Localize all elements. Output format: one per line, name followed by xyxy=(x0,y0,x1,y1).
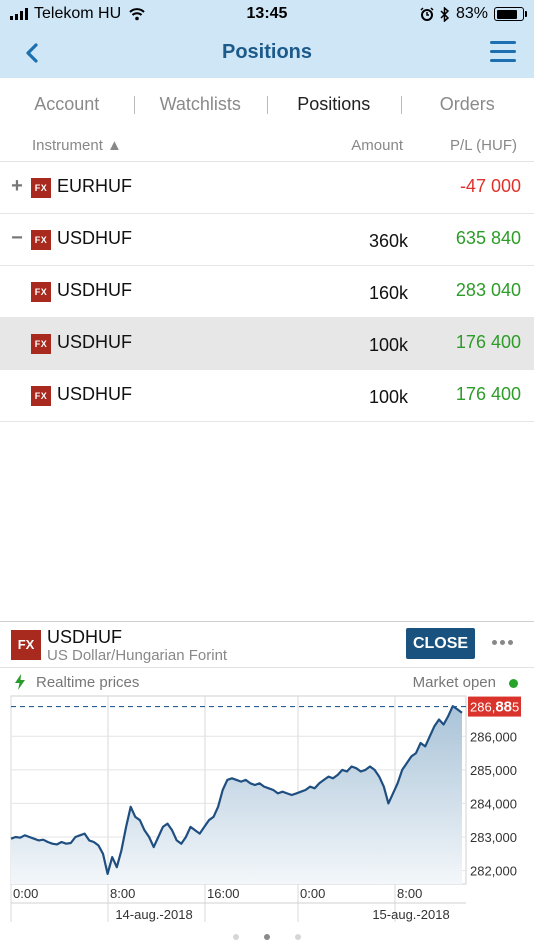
position-amount: 160k xyxy=(368,283,408,303)
table-row[interactable]: FX USDHUF 100k 176 400 xyxy=(0,370,534,422)
chevron-left-icon[interactable] xyxy=(14,38,50,68)
collapse-icon[interactable]: − xyxy=(10,228,24,248)
realtime-label: Realtime prices xyxy=(36,674,140,691)
date-label: 15-aug.-2018 xyxy=(372,907,449,922)
divider xyxy=(0,667,534,668)
battery-icon xyxy=(494,7,527,21)
table-header: Instrument ▲ Amount P/L (HUF) xyxy=(0,130,534,162)
date-label: 14-aug.-2018 xyxy=(115,907,192,922)
carrier-label: Telekom HU xyxy=(34,5,122,22)
position-pl: -47 000 xyxy=(459,176,521,196)
column-amount-header: Amount xyxy=(351,137,403,154)
table-row-selected[interactable]: FX USDHUF 100k 176 400 xyxy=(0,318,534,370)
position-amount: 100k xyxy=(368,387,408,407)
panel-description: US Dollar/Hungarian Forint xyxy=(47,647,228,664)
current-price-label: 286,885 xyxy=(470,699,519,716)
expand-icon[interactable]: + xyxy=(10,176,24,196)
position-amount: 360k xyxy=(368,231,408,251)
x-tick-label: 0:00 xyxy=(13,886,38,901)
page-dot[interactable] xyxy=(295,934,301,940)
market-status-dot xyxy=(509,679,518,688)
position-pl: 283 040 xyxy=(455,280,521,300)
fx-badge-icon: FX xyxy=(31,230,51,250)
instrument-name: USDHUF xyxy=(57,332,132,352)
more-dots-icon[interactable] xyxy=(492,634,516,650)
fx-badge-icon: FX xyxy=(31,282,51,302)
price-chart-svg: 0:00 8:00 16:00 0:00 8:00 14-aug.-2018 15-aug.… xyxy=(10,695,521,922)
price-chart[interactable]: 0:00 8:00 16:00 0:00 8:00 14-aug.-2018 15-aug.… xyxy=(0,695,534,925)
position-pl: 176 400 xyxy=(455,384,521,404)
tab-bar: Account Watchlists Positions Orders xyxy=(0,78,534,130)
x-tick-label: 0:00 xyxy=(300,886,325,901)
instrument-name: USDHUF xyxy=(57,384,132,404)
instrument-panel: FX USDHUF US Dollar/Hungarian Forint CLO… xyxy=(0,621,534,950)
hamburger-menu-icon[interactable] xyxy=(490,41,516,63)
x-tick-label: 8:00 xyxy=(397,886,422,901)
x-tick-label: 16:00 xyxy=(207,886,240,901)
y-tick-label: 284,000 xyxy=(470,796,517,811)
y-tick-label: 283,000 xyxy=(470,830,517,845)
fx-badge-icon: FX xyxy=(31,334,51,354)
tab-watchlists[interactable]: Watchlists xyxy=(133,94,268,115)
page-dot-active[interactable] xyxy=(264,934,270,940)
bluetooth-icon xyxy=(440,6,450,22)
position-pl: 635 840 xyxy=(455,228,521,248)
table-row[interactable]: FX USDHUF 160k 283 040 xyxy=(0,266,534,318)
alarm-icon xyxy=(420,7,434,21)
wifi-icon xyxy=(129,8,145,21)
column-pl-header: P/L (HUF) xyxy=(450,137,517,154)
tab-orders[interactable]: Orders xyxy=(400,94,534,115)
signal-icon xyxy=(10,8,28,20)
instrument-name: EURHUF xyxy=(57,176,132,196)
table-row[interactable]: + FX EURHUF -47 000 xyxy=(0,162,534,214)
table-row[interactable]: − FX USDHUF 360k 635 840 xyxy=(0,214,534,266)
x-tick-label: 8:00 xyxy=(110,886,135,901)
instrument-name: USDHUF xyxy=(57,228,132,248)
status-bar: Telekom HU 13:45 83% xyxy=(0,0,534,28)
fx-badge-icon: FX xyxy=(31,386,51,406)
price-area xyxy=(11,706,462,884)
close-position-button[interactable]: CLOSE xyxy=(406,628,475,659)
battery-percent: 83% xyxy=(455,5,488,22)
column-instrument-header[interactable]: Instrument ▲ xyxy=(32,137,122,154)
fx-badge-icon: FX xyxy=(11,630,41,660)
page-title: Positions xyxy=(221,41,312,63)
position-amount: 100k xyxy=(368,335,408,355)
market-status-label: Market open xyxy=(412,674,496,691)
page-dot[interactable] xyxy=(233,934,239,940)
page-indicator xyxy=(0,930,534,944)
instrument-name: USDHUF xyxy=(57,280,132,300)
position-pl: 176 400 xyxy=(455,332,521,352)
lightning-icon xyxy=(15,674,25,690)
fx-badge-icon: FX xyxy=(31,178,51,198)
y-tick-label: 286,000 xyxy=(470,729,517,744)
y-tick-label: 285,000 xyxy=(470,763,517,778)
tab-positions[interactable]: Positions xyxy=(267,94,401,115)
panel-symbol: USDHUF xyxy=(47,627,122,647)
y-tick-label: 282,000 xyxy=(470,864,517,879)
app-header: Positions xyxy=(0,28,534,78)
tab-account[interactable]: Account xyxy=(0,94,134,115)
